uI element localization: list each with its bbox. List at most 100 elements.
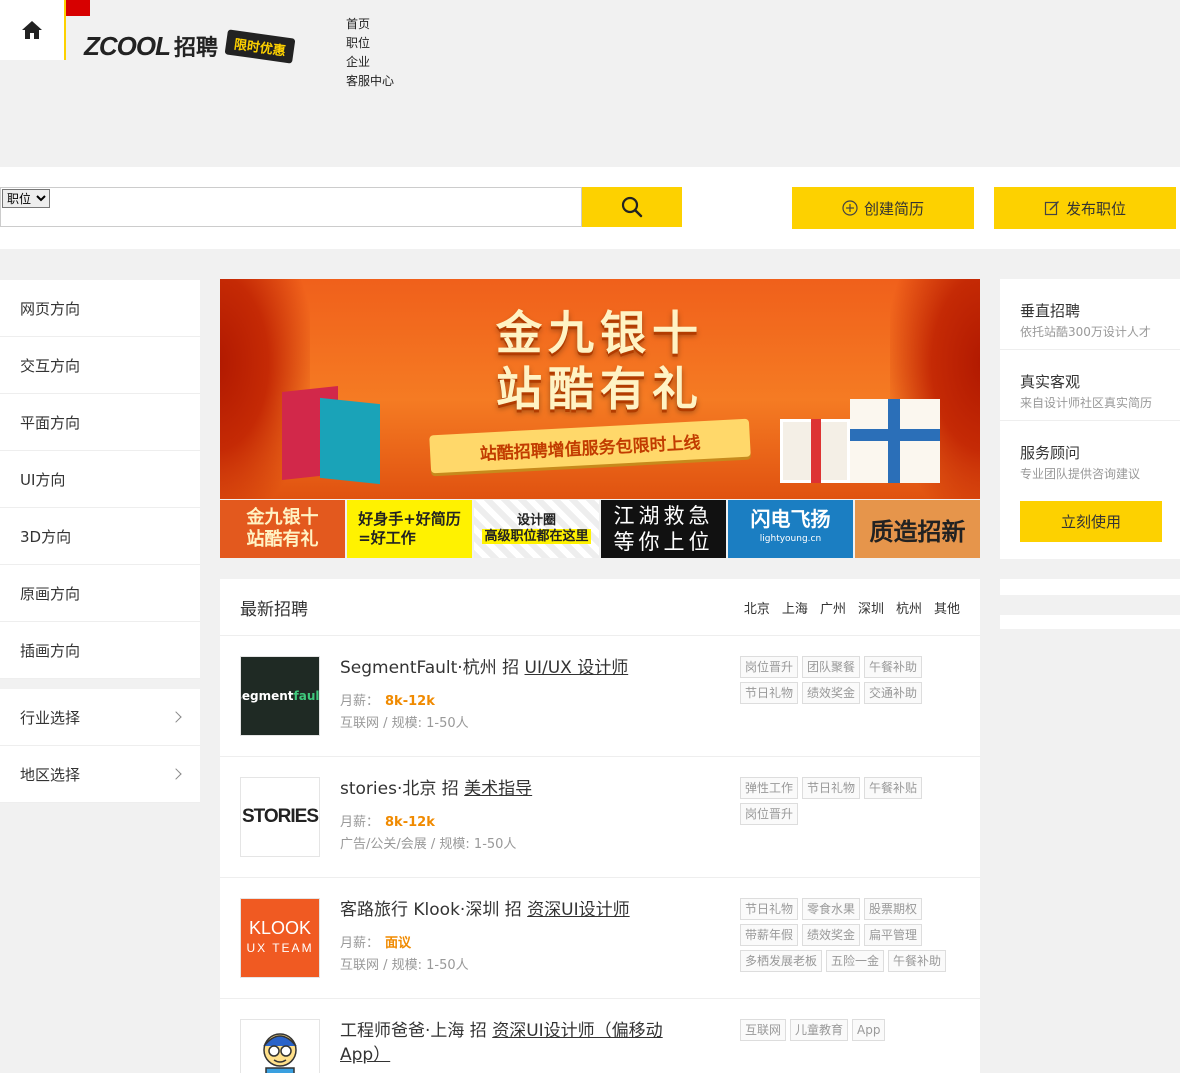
salary-value: 8k-12k [385, 815, 435, 830]
service-item: 服务顾问 专业团队提供咨询建议 [1000, 421, 1180, 492]
engineer-dad-avatar-icon [263, 1033, 297, 1073]
salary-label: 月薪： [340, 694, 380, 709]
thumb-3-line1: 设计圈 [516, 513, 556, 528]
service-title: 真实客观 [1020, 373, 1081, 391]
company-city: stories·北京 招 [340, 779, 465, 799]
region-filter-label: 地区选择 [20, 765, 81, 784]
thumb-1-line2: 站酷有礼 [246, 529, 319, 550]
search-input[interactable] [53, 188, 581, 226]
job-salary: 月薪： 8k-12k [340, 811, 435, 830]
nav-jobs[interactable]: 职位 [346, 34, 394, 53]
chevron-right-icon [170, 768, 182, 780]
company-city: 工程师爸爸·上海 招 [340, 1021, 493, 1041]
city-hangzhou[interactable]: 杭州 [896, 598, 922, 617]
service-subtitle: 来自设计师社区真实简历 [1020, 396, 1153, 410]
position-link[interactable]: 美术指导 [464, 779, 532, 799]
job-row[interactable]: KLOOK UX TEAM 客路旅行 Klook·深圳 招 资深UI设计师 月薪… [220, 878, 980, 999]
category-ui[interactable]: UI方向 [0, 451, 200, 508]
thumb-3[interactable]: 设计圈 高级职位都在这里 [474, 500, 599, 558]
thumb-1-line1: 金九银十 [246, 507, 319, 528]
service-subtitle: 依托站酷300万设计人才 [1020, 325, 1151, 339]
benefit-tag: 五险一金 [826, 950, 885, 972]
home-button[interactable] [0, 0, 66, 60]
benefit-tag: 午餐补贴 [864, 777, 923, 799]
job-row[interactable]: segmentfault SegmentFault·杭州 招 UI/UX 设计师… [220, 636, 980, 757]
create-resume-button[interactable]: 创建简历 [792, 187, 974, 229]
create-resume-label: 创建简历 [863, 199, 924, 218]
company-logo[interactable]: KLOOK UX TEAM [240, 898, 320, 978]
company-logo[interactable] [240, 1019, 320, 1073]
benefit-tag: 绩效奖金 [802, 682, 861, 704]
city-other[interactable]: 其他 [934, 598, 960, 617]
city-beijing[interactable]: 北京 [744, 598, 770, 617]
search-button[interactable] [582, 187, 682, 227]
banner-thumbnails: 金九银十 站酷有礼 好身手+好简历 =好工作 设计圈 高级职位都在这里 江湖救急 等你上… [220, 500, 980, 558]
salary-value: 8k-12k [385, 694, 435, 709]
promo-banner[interactable]: 金九银十 站酷有礼 站酷招聘增值服务包限时上线 [220, 279, 980, 499]
company-logo[interactable]: STORIES [240, 777, 320, 857]
nav-help[interactable]: 客服中心 [346, 72, 394, 91]
benefit-tag: 零食水果 [802, 898, 861, 920]
latest-jobs: 最新招聘 北京 上海 广州 深圳 杭州 其他 segmentfault Segm… [220, 579, 980, 1073]
benefit-tag: App [852, 1019, 886, 1041]
job-title[interactable]: stories·北京 招 美术指导 [340, 777, 700, 801]
filter-menu: 行业选择 地区选择 [0, 689, 200, 803]
benefit-tag: 交通补助 [864, 682, 923, 704]
job-title[interactable]: 客路旅行 Klook·深圳 招 资深UI设计师 [340, 898, 700, 922]
benefit-tag: 互联网 [740, 1019, 787, 1041]
job-title[interactable]: SegmentFault·杭州 招 UI/UX 设计师 [340, 656, 700, 680]
job-row[interactable]: STORIES stories·北京 招 美术指导 月薪： 8k-12k 广告/公… [220, 757, 980, 878]
benefit-tag: 弹性工作 [740, 777, 799, 799]
city-shanghai[interactable]: 上海 [782, 598, 808, 617]
job-meta: 广告/公关/会展 / 规模: 1-50人 [340, 837, 517, 852]
nav-home[interactable]: 首页 [346, 15, 394, 34]
benefit-tag: 绩效奖金 [802, 924, 861, 946]
zcool-logo[interactable]: ZCOOL 招聘 限时优惠 [84, 24, 296, 68]
logo-word-accent: fault [293, 689, 320, 703]
banner-title-line1: 金九银十 [496, 306, 704, 360]
industry-filter[interactable]: 行业选择 [0, 689, 200, 746]
shopping-bag-blue [320, 397, 380, 485]
thumb-4-line1: 江湖救急 [613, 504, 714, 528]
city-guangzhou[interactable]: 广州 [820, 598, 846, 617]
thumb-2-line1: 好身手+好简历 [358, 510, 461, 528]
logo-text: ZCOOL [84, 30, 171, 61]
thumb-3-line2: 高级职位都在这里 [482, 529, 591, 544]
jobs-header: 最新招聘 北京 上海 广州 深圳 杭州 其他 [220, 579, 980, 636]
use-now-button[interactable]: 立刻使用 [1020, 501, 1162, 542]
thumb-6-text: 质造招新 [869, 517, 966, 546]
category-3d[interactable]: 3D方向 [0, 508, 200, 565]
category-illustration[interactable]: 插画方向 [0, 622, 200, 679]
job-title[interactable]: 工程师爸爸·上海 招 资深UI设计师（偏移动App） [340, 1019, 700, 1067]
logo-word: STORIES [241, 806, 319, 827]
service-item: 垂直招聘 依托站酷300万设计人才 [1000, 279, 1180, 350]
thumb-5-line1: 闪电飞扬 [750, 507, 831, 531]
industry-filter-label: 行业选择 [20, 708, 81, 727]
benefit-tags: 弹性工作 节日礼物 午餐补贴 岗位晋升 [740, 777, 960, 825]
benefit-tags: 岗位晋升 团队聚餐 午餐补助 节日礼物 绩效奖金 交通补助 [740, 656, 960, 704]
region-filter[interactable]: 地区选择 [0, 746, 200, 803]
banner-title: 金九银十 站酷有礼 [450, 305, 750, 417]
thumb-1[interactable]: 金九银十 站酷有礼 [220, 500, 345, 558]
category-interaction[interactable]: 交互方向 [0, 337, 200, 394]
position-link[interactable]: UI/UX 设计师 [525, 658, 629, 678]
search-type-select[interactable]: 职位 [2, 189, 50, 208]
category-graphic[interactable]: 平面方向 [0, 394, 200, 451]
thumb-2[interactable]: 好身手+好简历 =好工作 [347, 500, 472, 558]
category-web[interactable]: 网页方向 [0, 280, 200, 337]
job-row[interactable]: 工程师爸爸·上海 招 资深UI设计师（偏移动App） 互联网 儿童教育 App [220, 999, 980, 1073]
benefit-tag: 午餐补助 [888, 950, 947, 972]
plus-circle-icon [842, 200, 858, 216]
category-menu: 网页方向 交互方向 平面方向 UI方向 3D方向 原画方向 插画方向 [0, 280, 200, 679]
thumb-4[interactable]: 江湖救急 等你上位 [601, 500, 726, 558]
right-panel-strip [1000, 579, 1180, 595]
thumb-6[interactable]: 质造招新 [855, 500, 980, 558]
company-logo[interactable]: segmentfault [240, 656, 320, 736]
category-concept-art[interactable]: 原画方向 [0, 565, 200, 622]
banner-title-line2: 站酷有礼 [496, 362, 704, 416]
position-link[interactable]: 资深UI设计师 [527, 900, 629, 920]
post-job-button[interactable]: 发布职位 [994, 187, 1176, 229]
thumb-5[interactable]: 闪电飞扬 lightyoung.cn [728, 500, 853, 558]
city-shenzhen[interactable]: 深圳 [858, 598, 884, 617]
nav-companies[interactable]: 企业 [346, 53, 394, 72]
